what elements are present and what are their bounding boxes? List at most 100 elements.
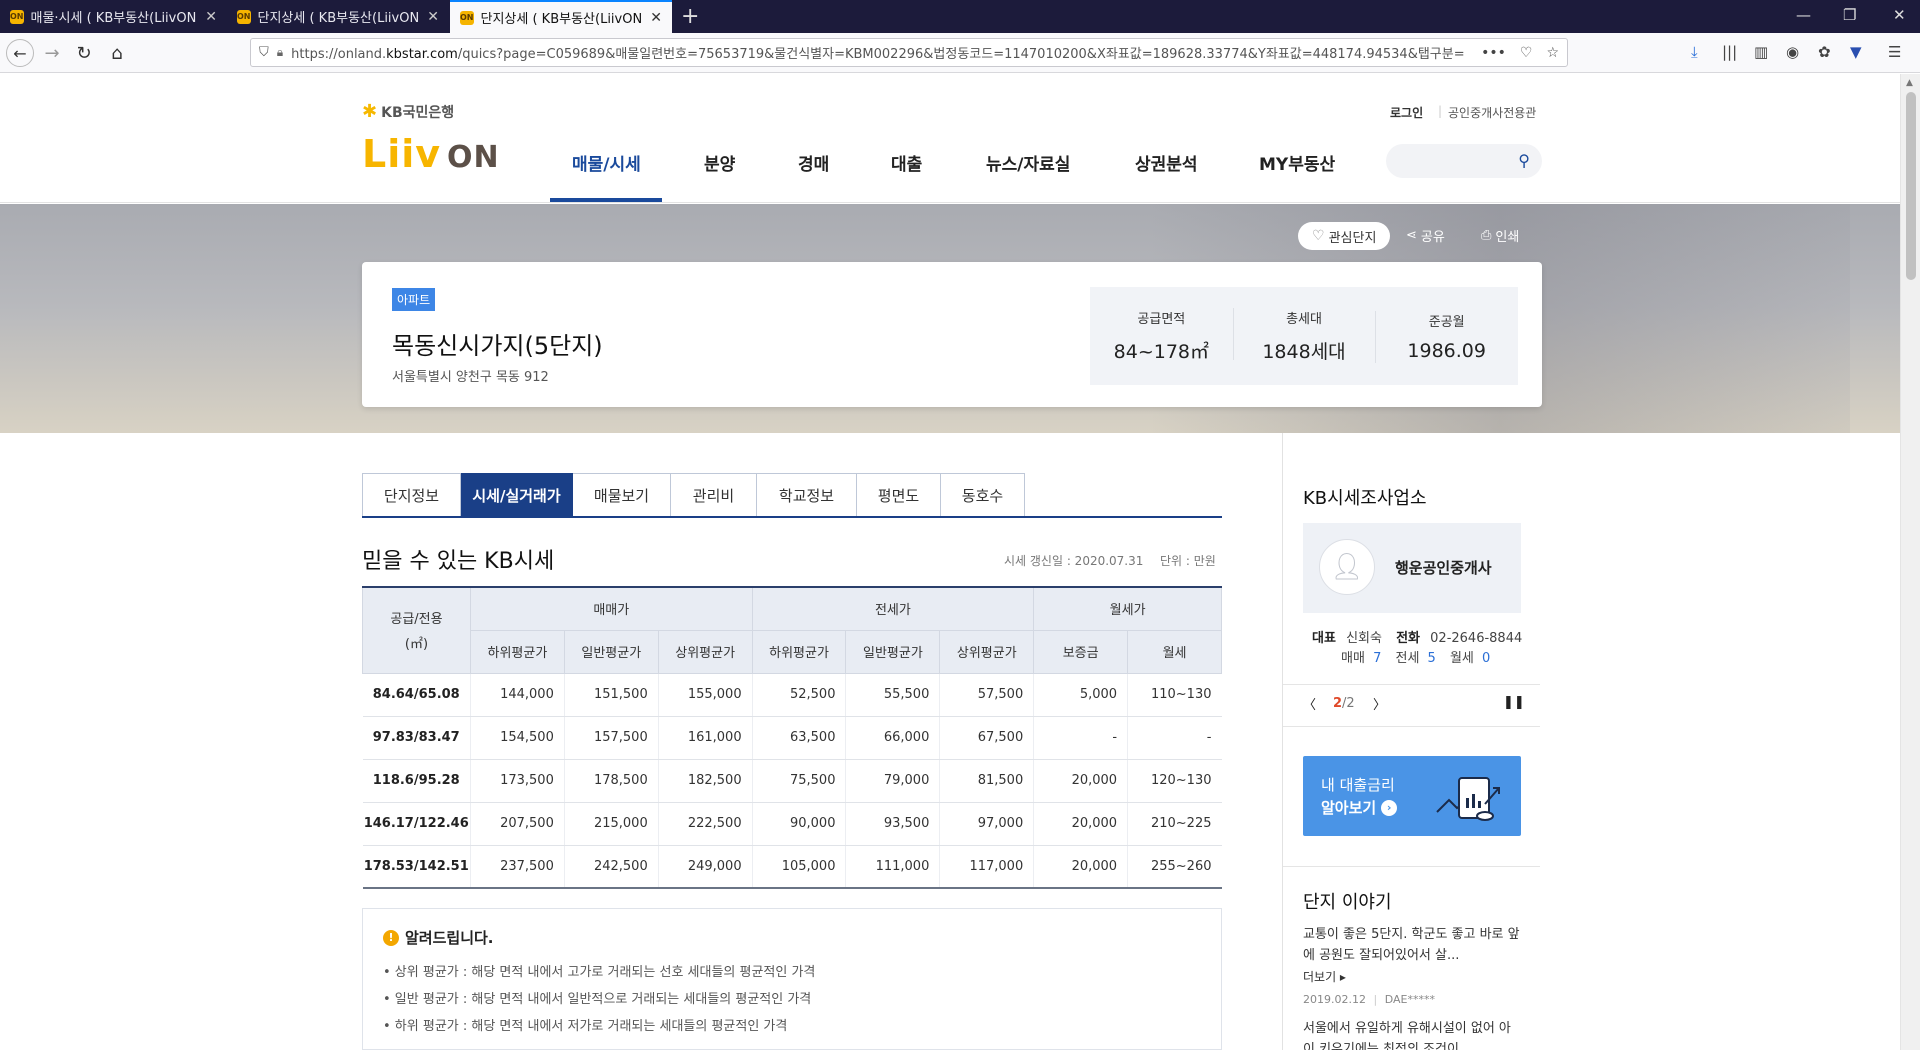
forward-arrow-icon[interactable]: →: [39, 40, 65, 66]
gnb-item-my-realestate[interactable]: MY부동산: [1259, 150, 1335, 175]
kb-bank-logo[interactable]: ✱ KB국민은행: [362, 101, 454, 122]
story-more-link[interactable]: 더보기 ▸: [1303, 967, 1521, 988]
next-arrow-icon[interactable]: 〉: [1373, 694, 1386, 713]
tab-floor-plan[interactable]: 평면도: [857, 473, 941, 517]
pocket-icon[interactable]: ♡: [1520, 45, 1533, 61]
liiv-on-logo[interactable]: Liiv ON: [362, 132, 500, 176]
search-icon[interactable]: ⚲: [1518, 151, 1530, 170]
complex-name: 목동신시가지(5단지): [392, 332, 603, 360]
table-subheader: 상위평균가: [939, 629, 1035, 674]
tab-title: 매물·시세 ( KB부동산(LiivON) |: [30, 11, 198, 26]
tab-maintenance[interactable]: 관리비: [671, 473, 757, 517]
kb-star-icon: ✱: [362, 101, 378, 122]
story-item[interactable]: 교통이 좋은 5단지. 학군도 좋고 바로 앞에 공원도 잘되어있어서 살...: [1303, 924, 1521, 966]
gnb-item-commercial[interactable]: 상권분석: [1135, 150, 1198, 175]
browser-tab-1[interactable]: ON 매물·시세 ( KB부동산(LiivON) | ✕: [0, 0, 227, 33]
share-button[interactable]: ⋖ 공유: [1406, 226, 1445, 245]
extension-icon[interactable]: ✿: [1818, 43, 1831, 61]
broker-pager: 〈 2/2 〉 ❚❚: [1303, 694, 1525, 713]
sidebar-icon[interactable]: ▥: [1754, 43, 1768, 61]
account-icon[interactable]: ◉: [1786, 43, 1799, 61]
scroll-up-icon[interactable]: ▲: [1906, 78, 1913, 88]
notice-line: • 하위 평균가 : 해당 면적 내에서 저가로 거래되는 세대들의 평균적인 …: [383, 1019, 788, 1034]
heart-icon: ♡: [1312, 228, 1325, 244]
gnb-item-news[interactable]: 뉴스/자료실: [986, 150, 1070, 175]
restore-icon[interactable]: ❐: [1843, 6, 1856, 24]
broker-portal-link[interactable]: 공인중개사전용관: [1448, 104, 1536, 121]
print-icon: ⎙: [1481, 228, 1492, 243]
site-header: ✱ KB국민은행 Liiv ON 로그인 | 공인중개사전용관 매물/시세 분양 …: [0, 74, 1920, 203]
loan-rate-banner[interactable]: 내 대출금리 알아보기 ›: [1303, 756, 1521, 836]
table-subheader: 보증금: [1033, 629, 1129, 674]
login-link[interactable]: 로그인: [1390, 104, 1423, 121]
browser-tab-3[interactable]: ON 단지상세 ( KB부동산(LiivON) | ✕: [450, 0, 672, 33]
scrollbar-thumb[interactable]: [1906, 92, 1916, 280]
table-row: 84.64/65.08 144,000 151,500 155,000 52,500 55…: [362, 673, 1222, 717]
pause-icon[interactable]: ❚❚: [1503, 695, 1525, 710]
table-subheader: 일반평균가: [563, 629, 659, 674]
table-row: 178.53/142.51 237,500 242,500 249,000 105,00…: [362, 845, 1222, 889]
price-update-date: 시세 갱신일 : 2020.07.31: [1004, 554, 1144, 568]
table-row: 146.17/122.46 207,500 215,000 222,500 90,000…: [362, 802, 1222, 846]
sidebar-divider: [1282, 433, 1283, 1050]
tab-title: 단지상세 ( KB부동산(LiivON) |: [480, 12, 643, 27]
gnb-item-auction[interactable]: 경매: [798, 150, 829, 175]
broker-phone[interactable]: 02-2646-8844: [1430, 631, 1522, 646]
close-icon[interactable]: ✕: [427, 9, 439, 25]
notice-box: ! 알려드립니다. • 상위 평균가 : 해당 면적 내에서 고가로 거래되는 …: [362, 908, 1222, 1050]
bookmark-star-icon[interactable]: ☆: [1546, 45, 1559, 61]
page-actions-icon[interactable]: •••: [1481, 45, 1506, 61]
tracking-shield-icon[interactable]: ⛉: [259, 45, 269, 60]
address-bar[interactable]: ⛉ 🔒︎ https://onland.kbstar.com/quics?pag…: [250, 38, 1568, 67]
print-button[interactable]: ⎙ 인쇄: [1481, 226, 1519, 245]
window-close-icon[interactable]: ✕: [1893, 6, 1906, 24]
close-icon[interactable]: ✕: [650, 10, 662, 26]
gnb-item-loan[interactable]: 대출: [891, 150, 922, 175]
home-icon[interactable]: ⌂: [104, 40, 130, 66]
download-icon[interactable]: ⤓: [1691, 43, 1698, 61]
page-scrollbar[interactable]: ▲: [1900, 74, 1920, 1050]
new-tab-icon[interactable]: +: [681, 4, 699, 29]
tab-listings[interactable]: 매물보기: [573, 473, 671, 517]
price-unit: 단위 : 만원: [1160, 554, 1216, 568]
site-favicon-icon: ON: [10, 9, 24, 24]
tabs-underline: [362, 516, 1222, 518]
stat-completion: 준공월 1986.09: [1375, 310, 1518, 363]
lock-icon[interactable]: 🔒︎: [277, 45, 283, 60]
tab-complex-info[interactable]: 단지정보: [362, 473, 461, 517]
broker-contact: 대표 신회숙 전화 02-2646-8844: [1312, 631, 1523, 646]
browser-tab-2[interactable]: ON 단지상세 ( KB부동산(LiivON) | ✕: [227, 0, 449, 33]
gnb-item-presale[interactable]: 분양: [704, 150, 735, 175]
reload-icon[interactable]: ↻: [71, 40, 97, 66]
close-icon[interactable]: ✕: [205, 9, 217, 25]
table-subheader: 월세: [1127, 629, 1222, 674]
complex-stats: 공급면적 84~178㎡ 총세대 1848세대 준공월 1986.09: [1090, 287, 1518, 385]
tab-unit-numbers[interactable]: 동호수: [941, 473, 1025, 517]
tab-price[interactable]: 시세/실거래가: [461, 473, 573, 517]
browser-toolbar: ← → ↻ ⌂ ⛉ 🔒︎ https://onland.kbstar.com/q…: [0, 33, 1920, 73]
loan-document-icon: [1436, 777, 1500, 821]
complex-summary-card: 아파트 목동신시가지(5단지) 서울특별시 양천구 목동 912 공급면적 84…: [362, 262, 1542, 407]
story-item[interactable]: 서울에서 유일하게 유해시설이 없어 아이 키우기에는 최적의 조건이: [1303, 1018, 1521, 1050]
minimize-icon[interactable]: —: [1796, 6, 1811, 24]
browser-tab-bar: ON 매물·시세 ( KB부동산(LiivON) | ✕ ON 단지상세 ( K…: [0, 0, 1920, 33]
gnb-item-listings[interactable]: 매물/시세: [572, 150, 641, 175]
notice-line: • 일반 평균가 : 해당 면적 내에서 일반적으로 거래되는 세대들의 평균적…: [383, 992, 812, 1007]
tab-school[interactable]: 학교정보: [757, 473, 857, 517]
detail-tabs: 단지정보 시세/실거래가 매물보기 관리비 학교정보 평면도 동호수: [362, 473, 1025, 517]
menu-icon[interactable]: ☰: [1888, 43, 1901, 61]
broker-avatar-icon: 👤︎: [1319, 539, 1375, 595]
table-row: 118.6/95.28 173,500 178,500 182,500 75,500 79…: [362, 759, 1222, 803]
site-search-input[interactable]: ⚲: [1386, 144, 1542, 178]
back-arrow-icon[interactable]: ←: [6, 39, 34, 67]
property-type-badge: 아파트: [392, 288, 436, 311]
prev-arrow-icon[interactable]: 〈: [1303, 694, 1316, 713]
broker-card[interactable]: 👤︎ 행운공인중개사: [1303, 523, 1521, 613]
table-header-sale: 매매가: [469, 586, 753, 631]
extension-shield-icon[interactable]: ▼: [1850, 43, 1862, 61]
stat-supply-area: 공급면적 84~178㎡: [1113, 312, 1210, 363]
favorite-complex-button[interactable]: ♡ 관심단지: [1298, 222, 1391, 250]
share-icon: ⋖: [1406, 228, 1417, 243]
library-icon[interactable]: |||: [1722, 43, 1737, 61]
url-text[interactable]: https://onland.kbstar.com/quics?page=C05…: [291, 43, 1471, 62]
